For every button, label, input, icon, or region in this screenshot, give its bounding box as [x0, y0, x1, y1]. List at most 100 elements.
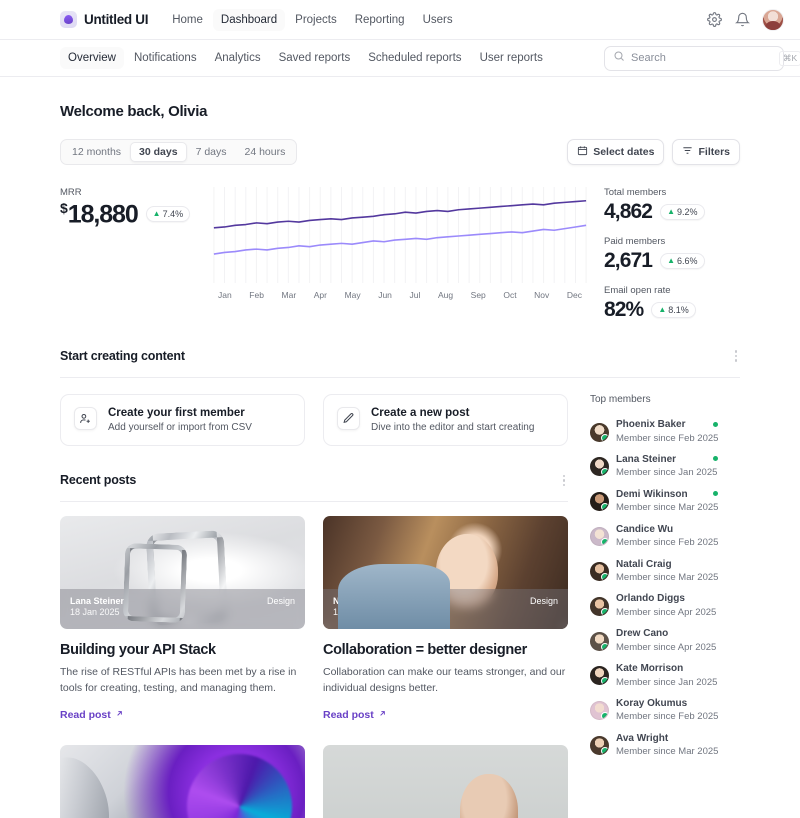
create-first-member-card[interactable]: Create your first member Add yourself or…	[60, 393, 305, 446]
member-since: Member since Mar 2025	[616, 572, 719, 584]
post-card[interactable]: Natali Craig 14 Jan 2025 Design Collabor…	[323, 516, 568, 723]
member-name: Koray Okumus	[616, 697, 688, 709]
gear-icon[interactable]	[706, 12, 722, 28]
member-since: Member since Jan 2025	[616, 676, 718, 688]
member-avatar	[590, 736, 609, 756]
top-member-item[interactable]: Phoenix Baker Member since Feb 2025	[590, 415, 740, 450]
chart-tick-apr: Apr	[313, 290, 327, 300]
member-avatar	[590, 527, 609, 547]
chart-line-total-members	[214, 201, 586, 228]
nav-item-projects[interactable]: Projects	[287, 9, 345, 31]
tab-user-reports[interactable]: User reports	[472, 47, 551, 69]
range-24-hours[interactable]: 24 hours	[236, 142, 295, 162]
range-actions: Select dates Filters	[567, 139, 740, 165]
sub-nav: Overview Notifications Analytics Saved r…	[60, 47, 551, 69]
post-hero-image	[60, 744, 305, 818]
top-member-item[interactable]: Orlando Diggs Member since Apr 2025	[590, 589, 740, 624]
member-name: Kate Morrison	[616, 663, 684, 675]
read-post-label: Read post	[323, 708, 374, 721]
stat-paid-members: Paid members 2,671 ▲ 6.6%	[604, 236, 740, 272]
range-7-days[interactable]: 7 days	[187, 142, 236, 162]
member-name: Phoenix Baker	[616, 419, 686, 431]
search-box[interactable]: ⌘K	[604, 45, 800, 71]
read-post-link[interactable]: Read post	[60, 709, 124, 721]
range-30-days[interactable]: 30 days	[130, 142, 187, 162]
member-avatar	[590, 631, 609, 651]
range-and-actions-row: 12 months 30 days 7 days 24 hours Select…	[60, 139, 740, 165]
filters-label: Filters	[698, 146, 730, 158]
chart-x-axis-labels: Jan Feb Mar Apr May Jun Jul Aug Sep Oct Nov Dec	[210, 283, 590, 300]
member-name: Lana Steiner	[616, 453, 677, 465]
top-member-item[interactable]: Koray Okumus Member since Feb 2025	[590, 693, 740, 728]
filters-button[interactable]: Filters	[672, 139, 740, 165]
search-icon	[613, 49, 625, 67]
total-members-delta-value: 9.2%	[676, 207, 698, 218]
member-avatar	[590, 457, 609, 477]
avatar[interactable]	[762, 8, 784, 31]
top-member-item[interactable]: Natali Craig Member since Mar 2025	[590, 554, 740, 589]
email-open-rate-delta-badge: ▲ 8.1%	[651, 302, 696, 319]
member-avatar	[590, 492, 609, 512]
post-title: Building your API Stack	[60, 642, 216, 659]
online-status-dot	[713, 421, 718, 427]
nav-item-reporting[interactable]: Reporting	[347, 9, 413, 31]
top-member-item[interactable]: Kate Morrison Member since Jan 2025	[590, 659, 740, 694]
select-dates-button[interactable]: Select dates	[567, 139, 665, 165]
top-members-title: Top members	[590, 393, 651, 405]
member-name: Ava Wright	[616, 732, 669, 744]
paid-members-delta-value: 6.6%	[676, 256, 698, 267]
bell-icon[interactable]	[734, 12, 750, 28]
tab-analytics[interactable]: Analytics	[207, 47, 269, 69]
post-tag: Design	[266, 596, 295, 607]
member-avatar	[590, 561, 609, 581]
arrow-up-right-icon	[378, 709, 387, 721]
create-new-post-card[interactable]: Create a new post Dive into the editor a…	[323, 393, 568, 446]
post-card[interactable]: Lana Steiner 18 Jan 2025 Design Building…	[60, 516, 305, 723]
tab-notifications[interactable]: Notifications	[126, 47, 205, 69]
member-since: Member since Feb 2025	[616, 432, 719, 444]
nav-item-dashboard[interactable]: Dashboard	[212, 8, 286, 31]
sub-nav-bar: Overview Notifications Analytics Saved r…	[0, 40, 800, 77]
member-since: Member since Jan 2025	[616, 467, 718, 479]
tab-saved-reports[interactable]: Saved reports	[271, 47, 359, 69]
chart-tick-jul: Jul	[409, 290, 421, 300]
top-member-item[interactable]: Demi Wikinson Member since Mar 2025	[590, 484, 740, 519]
post-card[interactable]	[60, 744, 305, 818]
recent-posts-section: Recent posts Lana Steiner 18 Jan 2025 De…	[60, 472, 568, 818]
pencil-icon	[337, 406, 360, 430]
member-since: Member since Feb 2025	[616, 711, 719, 723]
tab-overview[interactable]: Overview	[60, 47, 124, 69]
create-first-member-title: Create your first member	[108, 406, 245, 419]
app-logo-icon	[60, 11, 77, 28]
read-post-link[interactable]: Read post	[323, 709, 387, 721]
secondary-stats: Total members 4,862 ▲ 9.2% Paid members …	[590, 187, 740, 321]
top-member-item[interactable]: Drew Cano Member since Apr 2025	[590, 624, 740, 659]
member-since: Member since Feb 2025	[616, 537, 719, 549]
create-content-more-menu[interactable]	[732, 347, 741, 365]
nav-item-users[interactable]: Users	[415, 9, 461, 31]
total-members-delta-badge: ▲ 9.2%	[660, 204, 705, 221]
mrr-amount: 18,880	[67, 200, 139, 229]
tab-scheduled-reports[interactable]: Scheduled reports	[360, 47, 469, 69]
arrow-up-icon: ▲	[152, 209, 161, 219]
select-dates-label: Select dates	[593, 146, 655, 158]
stat-email-open-rate: Email open rate 82% ▲ 8.1%	[604, 285, 740, 321]
post-card[interactable]	[323, 744, 568, 818]
recent-posts-more-menu[interactable]	[560, 472, 569, 490]
brand[interactable]: Untitled UI	[60, 11, 149, 28]
search-input[interactable]	[631, 52, 773, 64]
create-new-post-subtitle: Dive into the editor and start creating	[371, 421, 535, 433]
top-member-item[interactable]: Lana Steiner Member since Jan 2025	[590, 449, 740, 484]
top-member-item[interactable]: Ava Wright Member since Mar 2025	[590, 728, 740, 763]
dashboard-page: Untitled UI Home Dashboard Projects Repo…	[0, 0, 800, 818]
top-members-list: Phoenix Baker Member since Feb 2025 Lana S…	[590, 415, 740, 763]
post-excerpt: Collaboration can make our teams stronge…	[323, 666, 566, 694]
paid-members-label: Paid members	[604, 236, 666, 248]
nav-item-home[interactable]: Home	[164, 9, 211, 31]
post-excerpt: The rise of RESTful APIs has been met by…	[60, 666, 297, 694]
top-member-item[interactable]: Candice Wu Member since Feb 2025	[590, 519, 740, 554]
post-title: Collaboration = better designer	[323, 642, 527, 659]
range-12-months[interactable]: 12 months	[63, 142, 130, 162]
chart-tick-oct: Oct	[503, 290, 517, 300]
create-content-section: Start creating content Create your first…	[60, 347, 740, 818]
